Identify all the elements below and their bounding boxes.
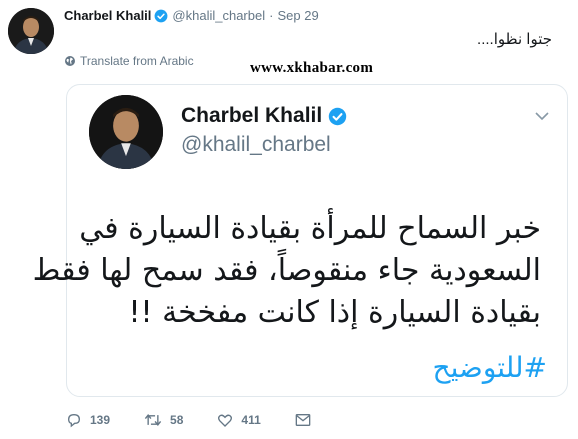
quote-text-line: بقيادة السيارة إذا كانت مفخخة !!: [128, 295, 542, 330]
quote-author-name[interactable]: Charbel Khalil: [181, 104, 347, 128]
verified-badge-icon: [328, 107, 347, 125]
like-count: 411: [241, 413, 261, 427]
message-button[interactable]: [295, 413, 319, 427]
verified-badge-icon: [155, 9, 168, 22]
reply-button[interactable]: 139: [66, 412, 110, 428]
globe-icon: [65, 56, 75, 66]
quote-text-line: السعودية جاء منقوصاً، فقد سمح لها فقط: [32, 253, 541, 288]
quoted-tweet-card[interactable]: Charbel Khalil @khalil_charbel خبر السما…: [32, 84, 568, 397]
tweet: Charbel Khalil @khalil_charbel · Sep 29 …: [0, 0, 578, 439]
quote-text-line: خبر السماح للمرأة بقيادة السيارة في: [79, 211, 541, 246]
quote-author-handle[interactable]: @khalil_charbel: [181, 133, 331, 157]
translate-link[interactable]: Translate from Arabic: [64, 54, 194, 68]
retweet-icon: [144, 414, 162, 426]
reply-icon: [67, 413, 81, 428]
translate-label: Translate from Arabic: [80, 54, 194, 68]
message-icon: [295, 414, 311, 426]
like-button[interactable]: 411: [217, 412, 261, 428]
quote-author-name-text: Charbel Khalil: [181, 104, 323, 127]
separator-dot: ·: [269, 8, 274, 23]
tweet-date[interactable]: Sep 29: [277, 8, 318, 23]
tweet-actions: 139 58 411: [66, 412, 353, 428]
author-name[interactable]: Charbel Khalil: [64, 8, 151, 23]
quote-hashtag[interactable]: #للتوضيح: [433, 351, 547, 384]
tweet-header: Charbel Khalil @khalil_charbel · Sep 29: [64, 8, 319, 23]
tweet-text: جتوا نظوا....: [477, 31, 552, 48]
author-handle[interactable]: @khalil_charbel: [172, 8, 265, 23]
quote-avatar[interactable]: [89, 95, 163, 169]
quote-text: خبر السماح للمرأة بقيادة السيارة في السع…: [32, 208, 542, 334]
retweet-count: 58: [170, 413, 184, 427]
reply-count: 139: [90, 413, 111, 427]
avatar[interactable]: [8, 8, 54, 54]
chevron-down-icon[interactable]: [535, 111, 549, 121]
like-icon: [218, 414, 233, 427]
watermark: www.xkhabar.com: [250, 60, 374, 76]
retweet-button[interactable]: 58: [144, 412, 183, 428]
